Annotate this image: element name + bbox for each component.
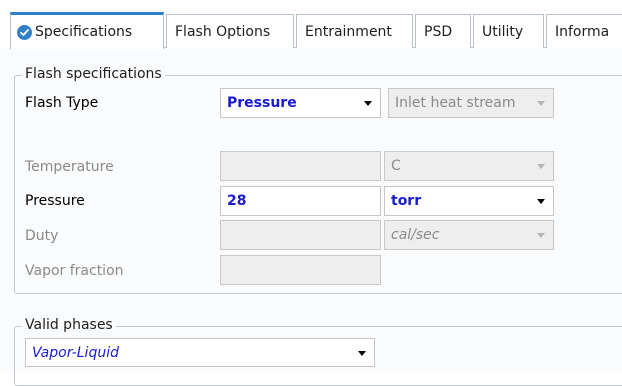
chevron-down-icon (358, 350, 366, 356)
tab-psd[interactable]: PSD (415, 14, 471, 48)
pressure-label: Pressure (25, 193, 85, 209)
tab-utility[interactable]: Utility (473, 14, 544, 48)
duty-input[interactable] (220, 220, 381, 250)
check-circle-icon (17, 24, 32, 40)
tab-label: Flash Options (175, 23, 271, 40)
duty-label: Duty (25, 228, 59, 244)
tab-entrainment[interactable]: Entrainment (296, 14, 413, 48)
tab-information[interactable]: Informa (546, 14, 622, 48)
tab-label: Informa (555, 23, 610, 40)
valid-phases-title: Valid phases (22, 315, 116, 335)
pressure-unit-select[interactable]: torr (384, 186, 554, 216)
chevron-down-icon (537, 164, 545, 169)
tab-specifications[interactable]: Specifications (10, 12, 164, 49)
vapor-fraction-label: Vapor fraction (25, 263, 124, 279)
duty-unit-select[interactable]: cal/sec (384, 220, 554, 250)
chevron-down-icon (537, 199, 545, 204)
tab-label: Entrainment (305, 23, 392, 40)
flash-type-label: Flash Type (25, 95, 99, 111)
temperature-label: Temperature (25, 159, 114, 175)
vapor-fraction-input[interactable] (220, 255, 381, 285)
tab-flash-options[interactable]: Flash Options (166, 14, 294, 48)
chevron-down-icon (537, 233, 545, 238)
chevron-down-icon (537, 101, 545, 106)
valid-phases-select[interactable]: Vapor-Liquid (25, 338, 375, 367)
tab-label: PSD (424, 23, 453, 40)
inlet-heat-stream-select[interactable]: Inlet heat stream (388, 88, 554, 118)
tab-label: Specifications (35, 24, 133, 40)
temperature-input[interactable] (220, 151, 381, 181)
pressure-input[interactable]: 28 (220, 186, 381, 216)
flash-type-select[interactable]: Pressure (220, 88, 381, 118)
tab-label: Utility (482, 23, 524, 40)
temperature-unit-select[interactable]: C (384, 151, 554, 181)
chevron-down-icon (364, 101, 372, 106)
flash-specifications-title: Flash specifications (22, 64, 165, 84)
